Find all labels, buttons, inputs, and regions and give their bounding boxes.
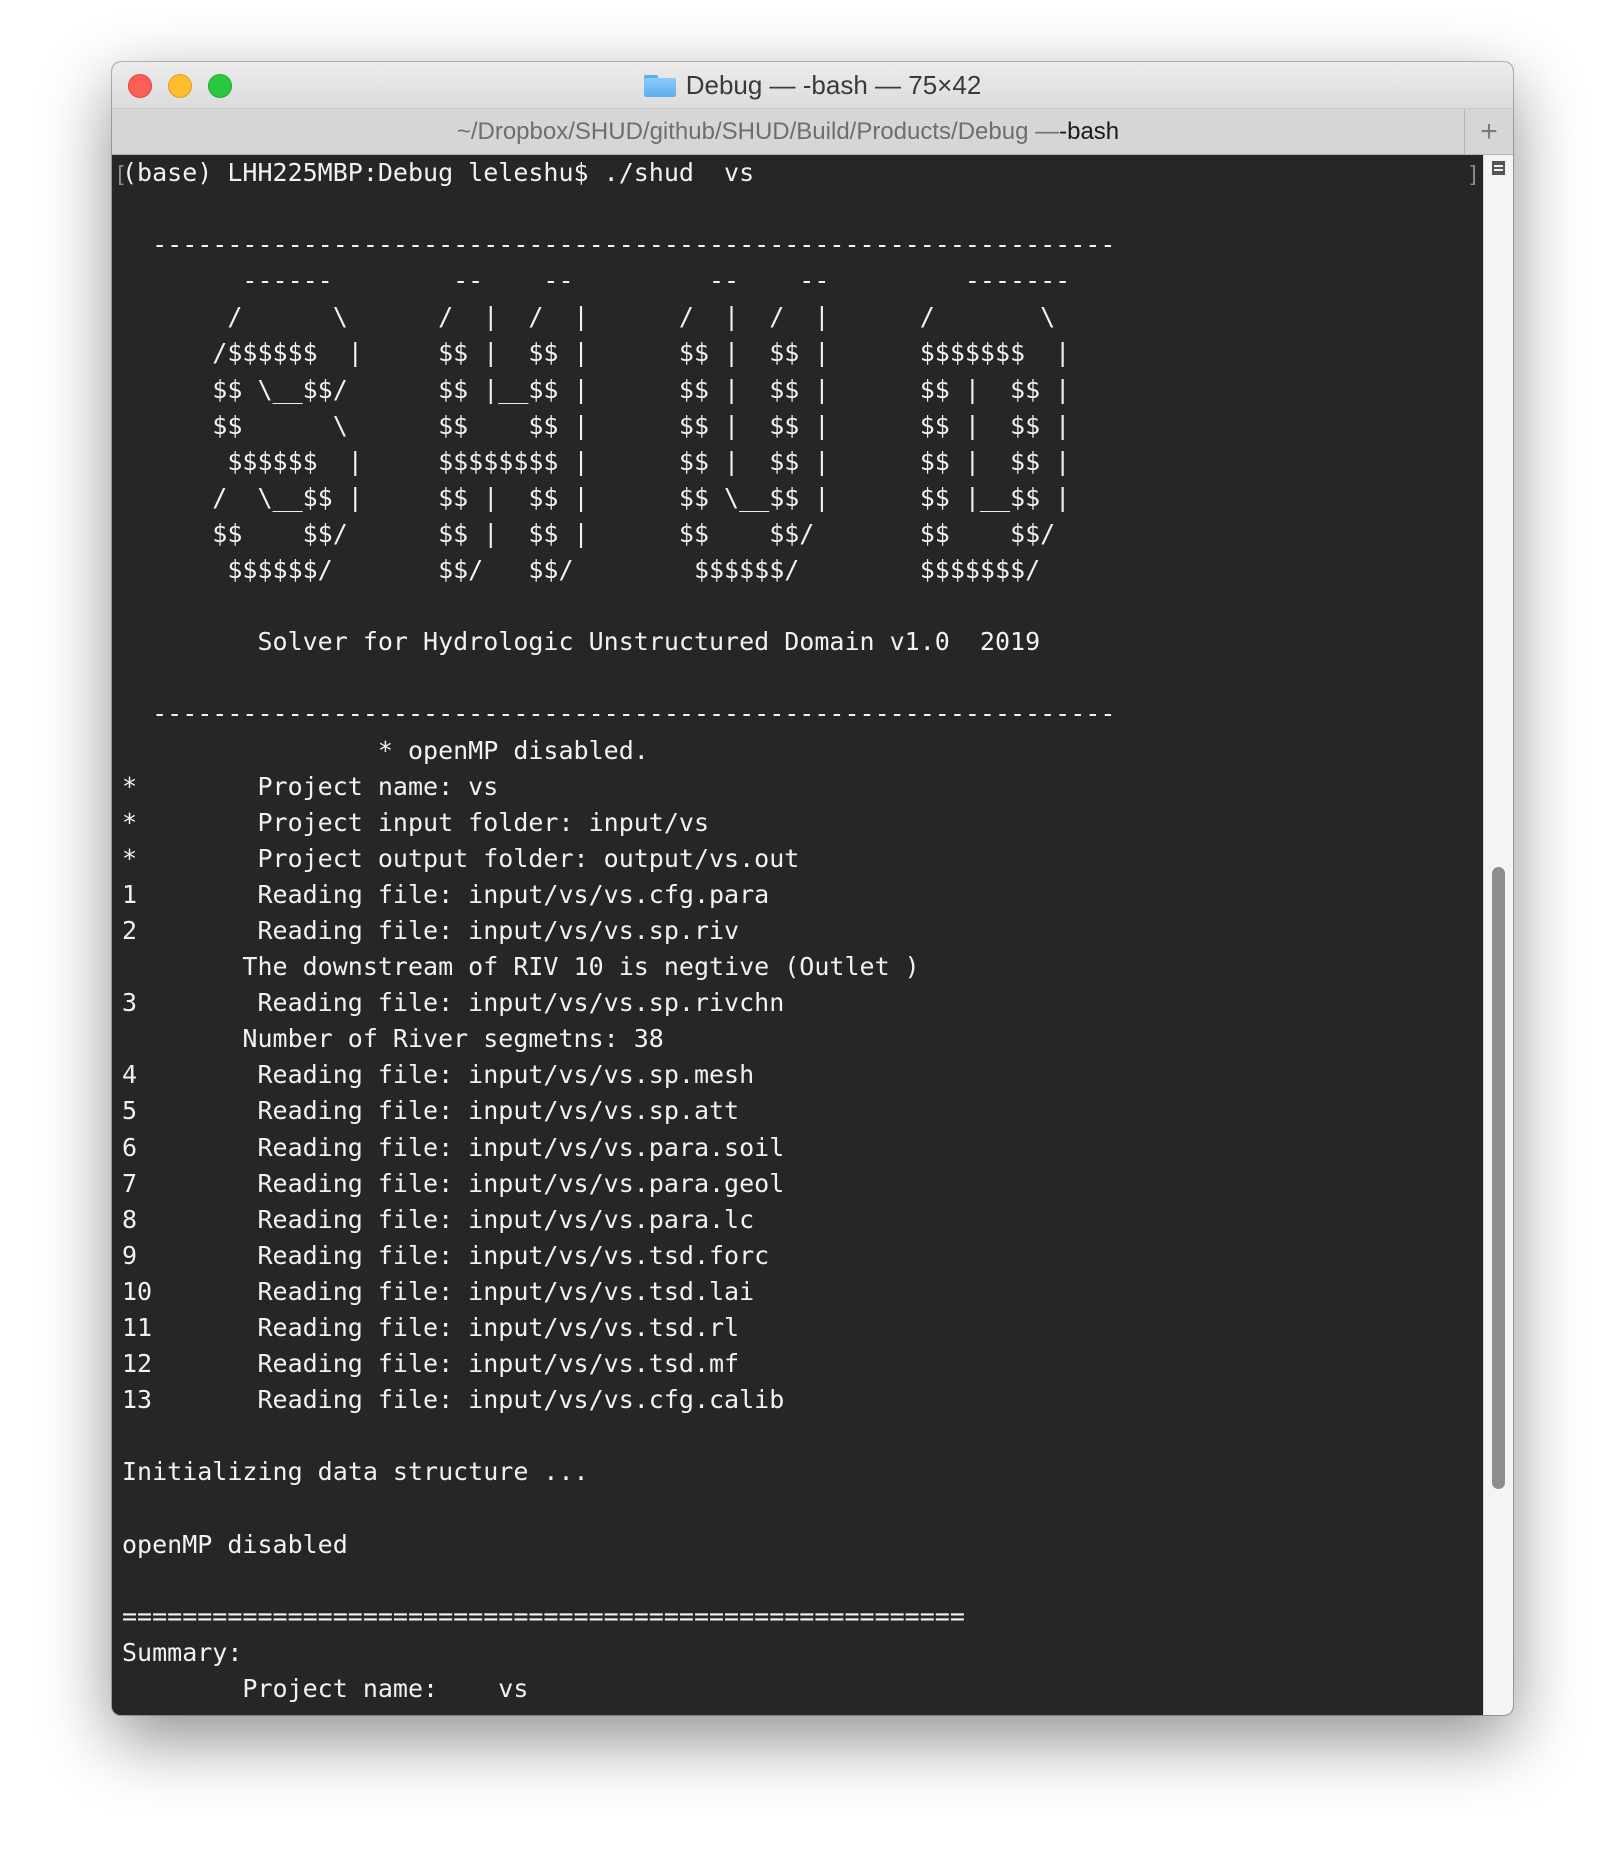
terminal-text[interactable]: (base) LHH225MBP:Debug leleshu$ ./shud v… [112, 155, 1484, 1707]
tab-bar: ~/Dropbox/SHUD/github/SHUD/Build/Product… [112, 109, 1513, 155]
terminal-line: * Project input folder: input/vs [122, 807, 709, 837]
terminal-line: $$$$$$ | $$$$$$$$ | $$ | $$ | $$ | $$ | [122, 446, 1071, 476]
terminal-line: Summary: [122, 1637, 243, 1667]
terminal-line: ------ -- -- -- -- ------- [122, 266, 1071, 296]
terminal-line: / \__$$ | $$ | $$ | $$ \__$$ | $$ |__$$ … [122, 482, 1071, 512]
terminal-line: 3 Reading file: input/vs/vs.sp.rivchn [122, 988, 785, 1018]
terminal-line: * Project output folder: output/vs.out [122, 843, 800, 873]
terminal-line: $$$$$$/ $$/ $$/ $$$$$$/ $$$$$$$/ [122, 555, 1041, 585]
marks-icon[interactable] [1492, 161, 1505, 175]
scrollbar[interactable] [1483, 155, 1513, 1715]
terminal-line: 2 Reading file: input/vs/vs.sp.riv [122, 915, 740, 945]
window-title-group: Debug — -bash — 75×42 [643, 69, 982, 101]
tab-bash[interactable]: ~/Dropbox/SHUD/github/SHUD/Build/Product… [112, 109, 1464, 154]
terminal-line: 7 Reading file: input/vs/vs.para.geol [122, 1168, 785, 1198]
terminal-line: 9 Reading file: input/vs/vs.tsd.forc [122, 1240, 770, 1270]
terminal-line: Solver for Hydrologic Unstructured Domai… [122, 627, 1041, 657]
scrollbar-thumb[interactable] [1492, 867, 1505, 1489]
terminal-line: The downstream of RIV 10 is negtive (Out… [122, 952, 920, 982]
mark-bracket-left: [ [114, 163, 128, 188]
close-button[interactable] [128, 74, 152, 98]
title-bar[interactable]: Debug — -bash — 75×42 [112, 62, 1513, 109]
terminal-line: 6 Reading file: input/vs/vs.para.soil [122, 1132, 785, 1162]
window-controls [128, 74, 232, 98]
terminal-line: 5 Reading file: input/vs/vs.sp.att [122, 1096, 740, 1126]
terminal-line: 13 Reading file: input/vs/vs.cfg.calib [122, 1385, 785, 1415]
terminal-line: * Project name: vs [122, 771, 499, 801]
terminal-line: 4 Reading file: input/vs/vs.sp.mesh [122, 1060, 755, 1090]
tab-path: ~/Dropbox/SHUD/github/SHUD/Build/Product… [456, 117, 1060, 145]
mark-bracket-right: ] [1466, 163, 1480, 188]
terminal-line: $$ \__$$/ $$ |__$$ | $$ | $$ | $$ | $$ | [122, 374, 1071, 404]
terminal-line: / \ / | / | / | / | / \ [122, 302, 1056, 332]
terminal-line: $$ $$/ $$ | $$ | $$ $$/ $$ $$/ [122, 518, 1056, 548]
terminal-line: Project name: vs [122, 1673, 529, 1703]
terminal-line: 8 Reading file: input/vs/vs.para.lc [122, 1204, 755, 1234]
terminal-line: 11 Reading file: input/vs/vs.tsd.rl [122, 1313, 740, 1342]
terminal-line: 1 Reading file: input/vs/vs.cfg.para [122, 879, 770, 909]
terminal-line: 12 Reading file: input/vs/vs.tsd.mf [122, 1349, 740, 1379]
terminal-line: Initializing data structure ... [122, 1457, 589, 1487]
terminal-line: * openMP disabled. [122, 735, 649, 765]
terminal-line: ========================================… [122, 1601, 965, 1631]
terminal-line: Number of River segmetns: 38 [122, 1024, 664, 1054]
minimize-button[interactable] [168, 74, 192, 98]
folder-icon [643, 73, 676, 97]
terminal-line: $$ \ $$ $$ | $$ | $$ | $$ | $$ | [122, 410, 1071, 440]
terminal-window: Debug — -bash — 75×42 ~/Dropbox/SHUD/git… [112, 62, 1513, 1715]
terminal-line: /$$$$$$ | $$ | $$ | $$ | $$ | $$$$$$$ | [122, 338, 1071, 368]
terminal-line: ----------------------------------------… [122, 699, 1116, 729]
zoom-button[interactable] [208, 74, 232, 98]
new-tab-button[interactable]: + [1464, 109, 1513, 154]
tab-command: -bash [1059, 117, 1120, 145]
terminal-output[interactable]: [ ] (base) LHH225MBP:Debug leleshu$ ./sh… [112, 155, 1484, 1715]
terminal-line: 10 Reading file: input/vs/vs.tsd.lai [122, 1276, 755, 1306]
terminal-line: ----------------------------------------… [122, 230, 1116, 260]
window-title: Debug — -bash — 75×42 [685, 69, 982, 100]
terminal-line: (base) LHH225MBP:Debug leleshu$ ./shud v… [122, 158, 755, 187]
terminal-line: openMP disabled [122, 1529, 348, 1559]
